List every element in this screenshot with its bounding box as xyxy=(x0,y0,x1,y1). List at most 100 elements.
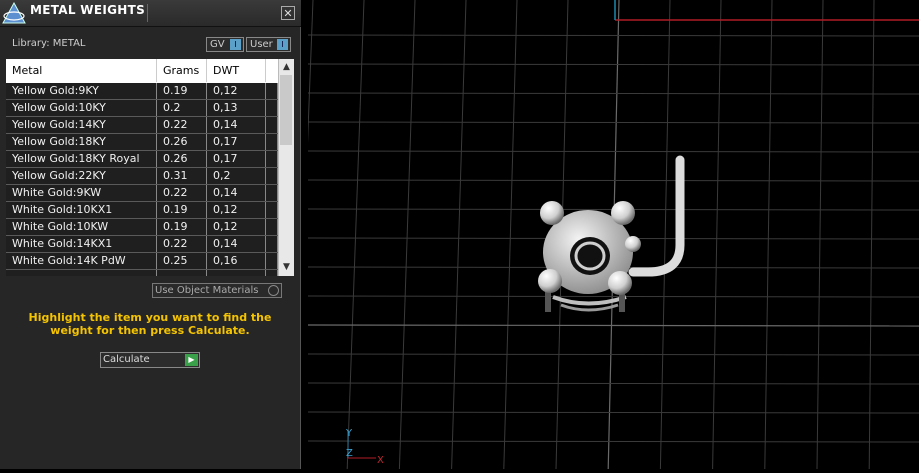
gizmo-y-label: Y xyxy=(345,428,353,439)
cell-dwt: 0,12 xyxy=(207,219,266,235)
table-row[interactable]: White Gold:14KX1 0.22 0,14 xyxy=(6,236,278,253)
grid-line xyxy=(294,0,314,470)
metal-weights-panel: METAL WEIGHTS ✕ Library: METAL GV I User… xyxy=(0,0,301,469)
gizmo-z-label: Z xyxy=(346,448,353,459)
grid-line xyxy=(451,0,467,470)
table-row[interactable]: White Gold:14K PdW 0.25 0,16 xyxy=(6,253,278,270)
cell-grams: 0.26 xyxy=(157,151,207,167)
prong-ball xyxy=(540,201,564,225)
gv-indicator-icon: I xyxy=(230,39,241,50)
user-library-button[interactable]: User I xyxy=(246,37,291,52)
grid-line xyxy=(307,411,919,414)
table-row[interactable]: Yellow Gold:18KY 0.26 0,17 xyxy=(6,134,278,151)
cell-grams: 0.22 xyxy=(157,185,207,201)
grid-line xyxy=(346,0,365,470)
panel-title: METAL WEIGHTS xyxy=(30,3,146,17)
scroll-down-icon[interactable]: ▼ xyxy=(279,260,294,274)
cell-grams: 0.25 xyxy=(157,253,207,269)
column-header-dwt[interactable]: DWT xyxy=(207,59,266,82)
close-button[interactable]: ✕ xyxy=(281,6,295,20)
calculate-button[interactable]: Calculate ▶ xyxy=(100,352,200,368)
cell-extra xyxy=(266,100,278,116)
grid-line xyxy=(764,0,773,470)
radio-icon xyxy=(268,285,279,296)
cell-dwt: 0,12 xyxy=(207,202,266,218)
table-row[interactable]: Yellow Gold:14KY 0.22 0,14 xyxy=(6,117,278,134)
cell-grams: 0.31 xyxy=(157,168,207,184)
prong-ball xyxy=(608,271,632,295)
cell-extra xyxy=(266,202,278,218)
scroll-thumb[interactable] xyxy=(280,75,292,145)
use-object-materials-toggle[interactable]: Use Object Materials xyxy=(152,283,282,298)
cell-dwt: 0,14 xyxy=(207,236,266,252)
cell-extra xyxy=(266,134,278,150)
gizmo-x-label: X xyxy=(377,455,384,466)
scroll-up-icon[interactable]: ▲ xyxy=(279,60,294,74)
table-row[interactable]: White Gold:10KW 0.19 0,12 xyxy=(6,219,278,236)
table-body: Yellow Gold:9KY 0.19 0,12 Yellow Gold:10KY… xyxy=(6,83,278,276)
gv-library-button[interactable]: GV I xyxy=(206,37,244,52)
jewelry-model[interactable] xyxy=(538,155,685,312)
prong-ball xyxy=(625,236,641,252)
column-header-metal[interactable]: Metal xyxy=(6,59,157,82)
cell-extra xyxy=(266,151,278,167)
table-row[interactable]: Yellow Gold:22KY 0.31 0,2 xyxy=(6,168,278,185)
cell-metal: Yellow Gold:9KY xyxy=(6,83,157,99)
3d-viewport[interactable]: Y Z X xyxy=(190,0,919,472)
table-row[interactable]: Yellow Gold:9KY 0.19 0,12 xyxy=(6,83,278,100)
cell-dwt: 0,13 xyxy=(207,100,266,116)
table-header: Metal Grams DWT xyxy=(6,59,278,82)
grid-line xyxy=(398,0,416,470)
panel-titlebar: METAL WEIGHTS ✕ xyxy=(0,0,301,27)
cell-grams xyxy=(157,270,207,276)
wire-hook xyxy=(628,155,685,277)
cell-grams: 0.2 xyxy=(157,100,207,116)
cell-metal: White Gold:14K PdW xyxy=(6,253,157,269)
table-row[interactable]: White Gold:9KW 0.22 0,14 xyxy=(6,185,278,202)
cell-extra xyxy=(266,270,278,276)
prong-ball xyxy=(611,201,635,225)
table-row[interactable]: Yellow Gold:10KY 0.2 0,13 xyxy=(6,100,278,117)
grid-line xyxy=(307,92,919,95)
cell-metal: White Gold:10KX1 xyxy=(6,202,157,218)
cell-metal xyxy=(6,270,157,276)
cell-extra xyxy=(266,185,278,201)
cell-grams: 0.19 xyxy=(157,83,207,99)
use-object-materials-label: Use Object Materials xyxy=(155,285,259,296)
cell-grams: 0.22 xyxy=(157,236,207,252)
calculate-label: Calculate xyxy=(103,354,150,365)
table-row[interactable]: White Gold:10KX1 0.19 0,12 xyxy=(6,202,278,219)
cell-dwt: 0,17 xyxy=(207,134,266,150)
cell-dwt: 0,12 xyxy=(207,83,266,99)
cell-extra xyxy=(266,168,278,184)
grid-line xyxy=(307,63,919,66)
cell-dwt: 0,16 xyxy=(207,253,266,269)
grid-line xyxy=(307,324,919,327)
gv-button-label: GV xyxy=(210,39,225,50)
play-icon: ▶ xyxy=(185,354,198,366)
grid-line xyxy=(307,382,919,385)
cell-extra xyxy=(266,236,278,252)
cell-metal: Yellow Gold:22KY xyxy=(6,168,157,184)
grid-line xyxy=(712,0,722,470)
library-label: Library: METAL xyxy=(12,38,86,49)
user-indicator-icon: I xyxy=(277,39,288,50)
cell-metal: White Gold:9KW xyxy=(6,185,157,201)
cell-dwt: 0,14 xyxy=(207,185,266,201)
table-row-partial[interactable] xyxy=(6,270,278,276)
grid-line xyxy=(307,34,919,37)
grid-line xyxy=(816,0,824,470)
viewport-canvas[interactable]: Y Z X xyxy=(190,0,919,472)
grid-line xyxy=(307,121,919,124)
cell-metal: Yellow Gold:18KY Royal xyxy=(6,151,157,167)
cell-metal: Yellow Gold:10KY xyxy=(6,100,157,116)
column-header-grams[interactable]: Grams xyxy=(157,59,207,82)
cell-dwt: 0,14 xyxy=(207,117,266,133)
app-logo-icon xyxy=(2,2,26,24)
grid-line xyxy=(868,0,875,470)
ring-base-arc xyxy=(560,303,619,312)
cell-extra xyxy=(266,83,278,99)
table-row[interactable]: Yellow Gold:18KY Royal 0.26 0,17 xyxy=(6,151,278,168)
prong-post xyxy=(545,290,551,312)
table-scrollbar[interactable]: ▲ ▼ xyxy=(278,59,294,276)
